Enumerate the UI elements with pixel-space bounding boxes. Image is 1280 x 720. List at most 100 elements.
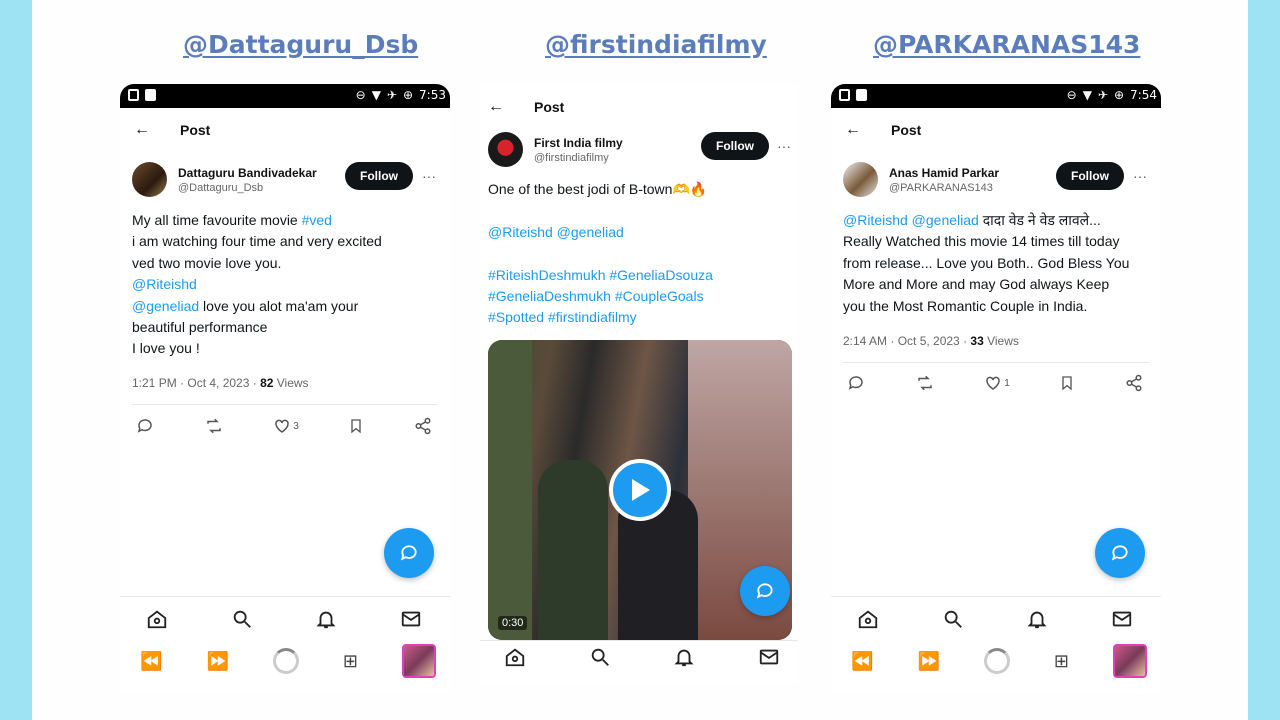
tweet-meta: 1:21 PM · Oct 4, 2023 · 82 Views (132, 376, 309, 390)
author-block[interactable]: Dattaguru Bandivadekar @Dattaguru_Dsb (132, 162, 317, 197)
video-frame (488, 340, 532, 640)
compose-icon (1111, 545, 1128, 561)
search-icon[interactable] (231, 608, 253, 635)
gallery-status-icon (839, 89, 850, 101)
bookmark-icon[interactable] (348, 417, 364, 435)
post-header: ← Post (488, 98, 564, 116)
like-count: 1 (1004, 377, 1010, 389)
author-handle[interactable]: @Dattaguru_Dsb (178, 182, 317, 194)
bottom-nav (857, 608, 1133, 635)
fast-forward-icon[interactable]: ⏩ (206, 651, 228, 672)
loading-icon (983, 648, 1010, 674)
mail-icon[interactable] (758, 646, 780, 673)
like-button[interactable]: 1 (984, 374, 1010, 392)
avatar[interactable] (132, 162, 167, 197)
post-title: Post (891, 122, 922, 138)
gallery-status-icon (128, 89, 139, 101)
status-bar: ⊖ ▼ ✈ ⊕ 7:54 (831, 84, 1161, 108)
follow-button[interactable]: Follow (345, 162, 413, 190)
rewind-icon[interactable]: ⏪ (851, 651, 873, 672)
avatar[interactable] (843, 162, 878, 197)
post-header: ← Post (845, 121, 921, 139)
back-arrow-icon[interactable]: ← (134, 121, 150, 139)
panel-2-handle-link[interactable]: @firstindiafilmy (545, 30, 767, 59)
retweet-icon[interactable] (204, 417, 224, 435)
phone-screen-2: ← Post First India filmy @firstindiafilm… (480, 84, 798, 684)
hashtag-links[interactable]: #GeneliaDeshmukh #CoupleGoals (488, 286, 713, 307)
retweet-icon[interactable] (915, 374, 935, 392)
author-handle[interactable]: @firstindiafilmy (534, 152, 623, 164)
tweet-text: One of the best jodi of B-town🫶🔥 @Riteis… (488, 179, 713, 329)
search-icon[interactable] (589, 646, 611, 673)
divider (843, 362, 1149, 363)
compose-button[interactable] (1095, 528, 1145, 578)
mail-icon[interactable] (400, 608, 422, 635)
share-icon[interactable] (414, 417, 432, 435)
gift-icon[interactable]: ⊞ (1054, 651, 1069, 672)
author-block[interactable]: First India filmy @firstindiafilmy (488, 132, 623, 167)
views-count: 82 (260, 376, 274, 390)
thumbnail[interactable] (402, 644, 436, 678)
gift-icon[interactable]: ⊞ (343, 651, 358, 672)
compose-button[interactable] (740, 566, 790, 616)
author-name[interactable]: Anas Hamid Parkar (889, 166, 999, 180)
fast-forward-icon[interactable]: ⏩ (917, 651, 939, 672)
compose-icon (756, 583, 773, 599)
post-title: Post (534, 99, 565, 115)
mail-icon[interactable] (1111, 608, 1133, 635)
more-icon[interactable]: ··· (777, 138, 791, 154)
bell-icon[interactable] (673, 646, 695, 673)
post-header: ← Post (134, 121, 210, 139)
mention-link[interactable]: @geneliad (132, 298, 199, 314)
follow-button[interactable]: Follow (701, 132, 769, 160)
bell-icon[interactable] (1026, 608, 1048, 635)
home-icon[interactable] (504, 646, 526, 673)
back-arrow-icon[interactable]: ← (488, 98, 504, 116)
rewind-icon[interactable]: ⏪ (140, 651, 162, 672)
hashtag-link[interactable]: #ved (302, 212, 332, 228)
panel-3-handle-link[interactable]: @PARKARANAS143 (873, 30, 1140, 59)
author-name[interactable]: First India filmy (534, 136, 623, 150)
follow-button[interactable]: Follow (1056, 162, 1124, 190)
compose-button[interactable] (384, 528, 434, 578)
mention-links[interactable]: @Riteishd @geneliad (843, 212, 979, 228)
author-handle[interactable]: @PARKARANAS143 (889, 182, 999, 194)
more-icon[interactable]: ··· (1133, 168, 1147, 184)
wifi-icon: ▼ (371, 88, 381, 102)
author-name[interactable]: Dattaguru Bandivadekar (178, 166, 317, 180)
mention-link[interactable]: @Riteishd (132, 276, 197, 292)
bottom-nav (146, 608, 422, 635)
video-frame (538, 460, 608, 640)
author-block[interactable]: Anas Hamid Parkar @PARKARANAS143 (843, 162, 999, 197)
reply-icon[interactable] (136, 417, 154, 435)
avatar[interactable] (488, 132, 523, 167)
phone-screen-3: ⊖ ▼ ✈ ⊕ 7:54 ← Post Anas Hamid Parkar @P… (831, 84, 1161, 694)
home-icon[interactable] (857, 608, 879, 635)
tweet-text: @Riteishd @geneliad दादा वेड ने वेड लावल… (843, 212, 1130, 314)
home-icon[interactable] (146, 608, 168, 635)
play-button[interactable] (609, 459, 671, 521)
back-arrow-icon[interactable]: ← (845, 121, 861, 139)
airplane-icon: ✈ (386, 88, 397, 102)
hashtag-links[interactable]: #Spotted #firstindiafilmy (488, 307, 713, 328)
panel-1-handle-link[interactable]: @Dattaguru_Dsb (183, 30, 418, 59)
dnd-icon: ⊖ (1066, 88, 1077, 102)
share-icon[interactable] (1125, 374, 1143, 392)
search-icon[interactable] (942, 608, 964, 635)
mention-links[interactable]: @Riteishd @geneliad (488, 222, 713, 243)
dnd-icon: ⊖ (355, 88, 366, 102)
bookmark-icon[interactable] (1059, 374, 1075, 392)
divider (831, 596, 1161, 597)
video-duration: 0:30 (498, 616, 528, 630)
thumbnail[interactable] (1113, 644, 1147, 678)
like-button[interactable]: 3 (273, 417, 299, 435)
bell-icon[interactable] (315, 608, 337, 635)
video-player[interactable]: 0:30 (488, 340, 792, 640)
bottom-nav (504, 646, 780, 673)
reply-icon[interactable] (847, 374, 865, 392)
hashtag-links[interactable]: #RiteishDeshmukh #GeneliaDsouza (488, 265, 713, 286)
more-icon[interactable]: ··· (422, 168, 436, 184)
media-controls: ⏪ ⏩ ⊞ (851, 644, 1147, 678)
phone-screen-1: ⊖ ▼ ✈ ⊕ 7:53 ← Post Dattaguru Bandivadek… (120, 84, 450, 694)
loading-icon (272, 648, 299, 674)
